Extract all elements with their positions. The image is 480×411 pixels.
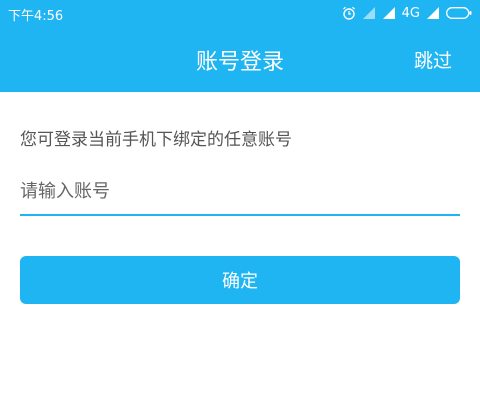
- signal-icon: [382, 6, 396, 20]
- status-time: 下午4:56: [8, 9, 64, 24]
- header: 下午4:56 4G 账号登录 跳过: [0, 0, 480, 92]
- alarm-icon: [342, 6, 356, 20]
- account-input[interactable]: [20, 168, 460, 216]
- status-bar: 下午4:56 4G: [0, 0, 480, 26]
- battery-icon: [446, 6, 472, 20]
- status-icons: 4G: [342, 4, 472, 22]
- signal-icon: [362, 6, 376, 20]
- skip-button[interactable]: 跳过: [414, 46, 452, 73]
- network-type: 4G: [401, 5, 420, 21]
- title-bar: 账号登录 跳过: [0, 26, 480, 92]
- signal-icon: [426, 6, 440, 20]
- login-hint: 您可登录当前手机下绑定的任意账号: [20, 130, 292, 150]
- confirm-button[interactable]: 确定: [20, 256, 460, 304]
- page-title: 账号登录: [195, 50, 284, 75]
